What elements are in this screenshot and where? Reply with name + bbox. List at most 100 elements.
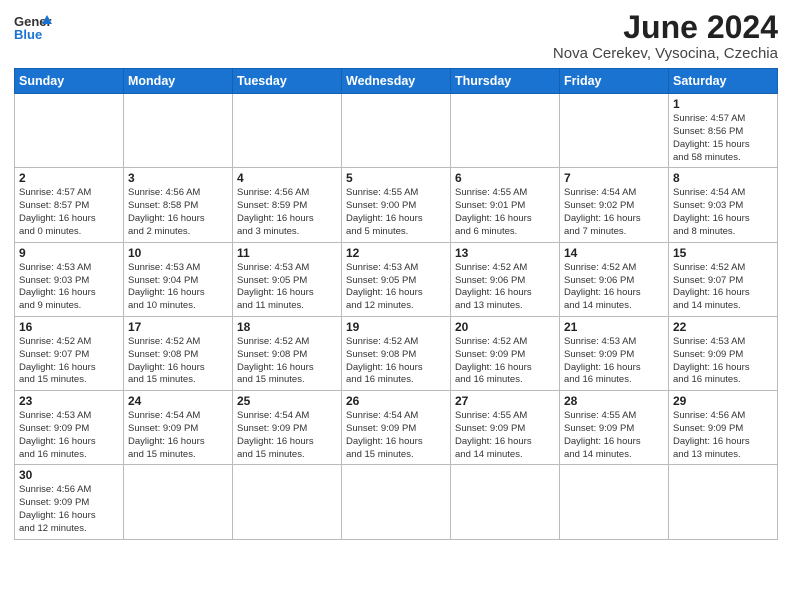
empty-day-cell [342,94,451,168]
day-info: Sunrise: 4:52 AM Sunset: 9:07 PM Dayligh… [673,262,773,313]
calendar-table: SundayMondayTuesdayWednesdayThursdayFrid… [14,68,778,540]
day-cell: 15 Sunrise: 4:52 AM Sunset: 9:07 PM Dayli… [669,242,778,316]
day-info: Sunrise: 4:53 AM Sunset: 9:05 PM Dayligh… [237,262,337,313]
day-info: Sunrise: 4:53 AM Sunset: 9:03 PM Dayligh… [19,262,119,313]
day-cell: 22Sunrise: 4:53 AM Sunset: 9:09 PM Dayli… [669,316,778,390]
day-number: 24 [128,394,228,408]
day-number: 1 [673,97,773,111]
empty-day-cell [124,94,233,168]
day-number: 30 [19,468,119,482]
day-cell: 3 Sunrise: 4:56 AM Sunset: 8:58 PM Daylig… [124,168,233,242]
day-info: Sunrise: 4:54 AM Sunset: 9:02 PM Dayligh… [564,187,664,238]
day-info: Sunrise: 4:52 AM Sunset: 9:06 PM Dayligh… [564,262,664,313]
day-info: Sunrise: 4:57 AM Sunset: 8:57 PM Dayligh… [19,187,119,238]
day-cell: 20Sunrise: 4:52 AM Sunset: 9:09 PM Dayli… [451,316,560,390]
day-cell: 18Sunrise: 4:52 AM Sunset: 9:08 PM Dayli… [233,316,342,390]
day-cell: 9 Sunrise: 4:53 AM Sunset: 9:03 PM Daylig… [15,242,124,316]
day-info: Sunrise: 4:55 AM Sunset: 9:09 PM Dayligh… [564,410,664,461]
page-header: General Blue June 2024 Nova Cerekev, Vys… [14,10,778,62]
day-number: 9 [19,246,119,260]
day-info: Sunrise: 4:56 AM Sunset: 8:59 PM Dayligh… [237,187,337,238]
day-number: 23 [19,394,119,408]
day-number: 4 [237,171,337,185]
day-info: Sunrise: 4:55 AM Sunset: 9:09 PM Dayligh… [455,410,555,461]
day-number: 29 [673,394,773,408]
day-number: 3 [128,171,228,185]
day-header-saturday: Saturday [669,69,778,94]
day-info: Sunrise: 4:57 AM Sunset: 8:56 PM Dayligh… [673,113,773,164]
day-cell: 25 Sunrise: 4:54 AM Sunset: 9:09 PM Dayli… [233,391,342,465]
day-number: 7 [564,171,664,185]
day-cell: 19 Sunrise: 4:52 AM Sunset: 9:08 PM Dayli… [342,316,451,390]
calendar-week-row: 9 Sunrise: 4:53 AM Sunset: 9:03 PM Daylig… [15,242,778,316]
day-cell: 4 Sunrise: 4:56 AM Sunset: 8:59 PM Daylig… [233,168,342,242]
location-title: Nova Cerekev, Vysocina, Czechia [553,45,778,62]
day-cell: 13 Sunrise: 4:52 AM Sunset: 9:06 PM Dayli… [451,242,560,316]
day-header-friday: Friday [560,69,669,94]
day-info: Sunrise: 4:56 AM Sunset: 9:09 PM Dayligh… [19,484,119,535]
day-number: 26 [346,394,446,408]
day-number: 12 [346,246,446,260]
calendar-week-row: 2 Sunrise: 4:57 AM Sunset: 8:57 PM Daylig… [15,168,778,242]
day-info: Sunrise: 4:52 AM Sunset: 9:06 PM Dayligh… [455,262,555,313]
day-number: 11 [237,246,337,260]
day-header-thursday: Thursday [451,69,560,94]
day-info: Sunrise: 4:56 AM Sunset: 8:58 PM Dayligh… [128,187,228,238]
day-number: 13 [455,246,555,260]
day-cell: 8Sunrise: 4:54 AM Sunset: 9:03 PM Daylig… [669,168,778,242]
day-cell: 6Sunrise: 4:55 AM Sunset: 9:01 PM Daylig… [451,168,560,242]
day-number: 25 [237,394,337,408]
calendar-week-row: 23 Sunrise: 4:53 AM Sunset: 9:09 PM Dayli… [15,391,778,465]
day-cell: 11 Sunrise: 4:53 AM Sunset: 9:05 PM Dayli… [233,242,342,316]
day-header-sunday: Sunday [15,69,124,94]
day-number: 8 [673,171,773,185]
day-info: Sunrise: 4:54 AM Sunset: 9:09 PM Dayligh… [237,410,337,461]
day-header-monday: Monday [124,69,233,94]
day-info: Sunrise: 4:56 AM Sunset: 9:09 PM Dayligh… [673,410,773,461]
day-cell: 1 Sunrise: 4:57 AM Sunset: 8:56 PM Daylig… [669,94,778,168]
day-info: Sunrise: 4:55 AM Sunset: 9:00 PM Dayligh… [346,187,446,238]
day-info: Sunrise: 4:53 AM Sunset: 9:05 PM Dayligh… [346,262,446,313]
day-cell: 5 Sunrise: 4:55 AM Sunset: 9:00 PM Daylig… [342,168,451,242]
day-cell: 23 Sunrise: 4:53 AM Sunset: 9:09 PM Dayli… [15,391,124,465]
day-number: 18 [237,320,337,334]
day-info: Sunrise: 4:53 AM Sunset: 9:09 PM Dayligh… [19,410,119,461]
day-number: 6 [455,171,555,185]
day-info: Sunrise: 4:52 AM Sunset: 9:08 PM Dayligh… [128,336,228,387]
day-number: 10 [128,246,228,260]
empty-day-cell [15,94,124,168]
empty-day-cell [233,94,342,168]
day-cell: 2 Sunrise: 4:57 AM Sunset: 8:57 PM Daylig… [15,168,124,242]
day-number: 20 [455,320,555,334]
day-number: 5 [346,171,446,185]
day-info: Sunrise: 4:52 AM Sunset: 9:08 PM Dayligh… [346,336,446,387]
day-number: 15 [673,246,773,260]
empty-day-cell [451,94,560,168]
day-number: 28 [564,394,664,408]
day-header-tuesday: Tuesday [233,69,342,94]
calendar-week-row: 16Sunrise: 4:52 AM Sunset: 9:07 PM Dayli… [15,316,778,390]
day-cell: 29 Sunrise: 4:56 AM Sunset: 9:09 PM Dayli… [669,391,778,465]
logo-icon: General Blue [14,10,52,48]
day-number: 19 [346,320,446,334]
svg-text:Blue: Blue [14,27,42,42]
day-cell: 26Sunrise: 4:54 AM Sunset: 9:09 PM Dayli… [342,391,451,465]
day-info: Sunrise: 4:54 AM Sunset: 9:09 PM Dayligh… [128,410,228,461]
empty-day-cell [233,465,342,539]
calendar-header-row: SundayMondayTuesdayWednesdayThursdayFrid… [15,69,778,94]
day-cell: 10 Sunrise: 4:53 AM Sunset: 9:04 PM Dayli… [124,242,233,316]
day-cell: 24 Sunrise: 4:54 AM Sunset: 9:09 PM Dayli… [124,391,233,465]
empty-day-cell [560,94,669,168]
day-cell: 7 Sunrise: 4:54 AM Sunset: 9:02 PM Daylig… [560,168,669,242]
day-cell: 21Sunrise: 4:53 AM Sunset: 9:09 PM Dayli… [560,316,669,390]
day-cell: 16Sunrise: 4:52 AM Sunset: 9:07 PM Dayli… [15,316,124,390]
day-number: 2 [19,171,119,185]
day-info: Sunrise: 4:53 AM Sunset: 9:04 PM Dayligh… [128,262,228,313]
day-cell: 27Sunrise: 4:55 AM Sunset: 9:09 PM Dayli… [451,391,560,465]
empty-day-cell [669,465,778,539]
logo: General Blue [14,10,56,53]
empty-day-cell [124,465,233,539]
day-cell: 28 Sunrise: 4:55 AM Sunset: 9:09 PM Dayli… [560,391,669,465]
day-number: 21 [564,320,664,334]
day-number: 14 [564,246,664,260]
